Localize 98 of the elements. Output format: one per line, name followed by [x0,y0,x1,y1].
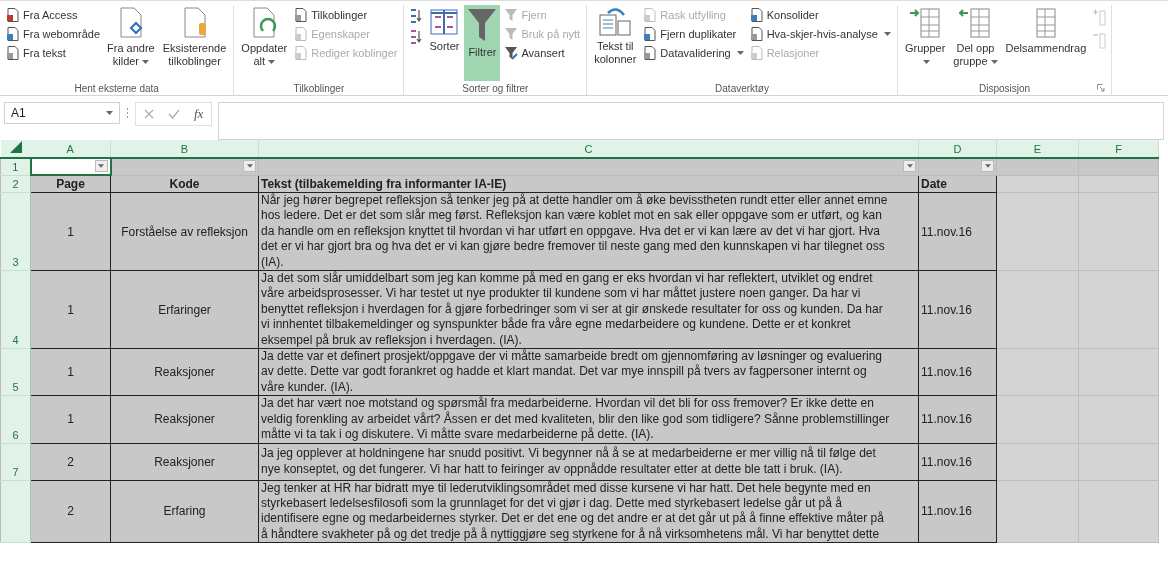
ribbon-button[interactable]: Datavalidering [641,45,746,61]
filter-button[interactable] [981,160,994,172]
sort-icon[interactable] [409,29,424,45]
ribbon-button[interactable]: Oppdater alt [238,5,291,81]
ribbon-button[interactable]: Fra tekst [4,45,103,61]
sort-icon[interactable] [409,8,424,24]
document-icon [294,8,309,22]
column-header[interactable]: B [110,140,259,158]
enter-icon[interactable] [168,109,180,119]
table-cell: Reaksjoner [110,443,259,480]
table-cell: 11.nov.16 [918,480,997,543]
table-cell: 1 [30,395,111,443]
funnel-icon [504,27,519,41]
sort-icon [429,7,460,37]
column-header[interactable]: E [996,140,1079,158]
document-icon [6,8,20,22]
filter-button[interactable] [94,160,108,172]
table-cell: Ja jeg opplever at holdningene har snudd positivt. Vi begynner nå å se at medarbeiderne er mer villig nå til følge det nye konseptet, og det fungerer. Vi har hatt to feiringer av oppnådde resultater etter at dette ble tatt i bruk. (IA). [258,443,919,480]
table-cell: Ja det har vært noe motstand og spørsmål fra medarbeiderne. Hvordan vil det bli for oss fremover? Er ikke dette en veldig forenkling av arbeidet vårt? Åssen er det med kvaliteten, blir den like god som tidligere? Sånne problemstillinger måtte vi ta tak i og diskutere. Vi måtte svare medarbeiderne på dette. (IA). [258,395,919,443]
table-cell: 2 [30,443,111,480]
group-label: Disposisjon [979,82,1031,94]
group-label: Dataverktøy [715,82,769,94]
document-icon [749,8,764,22]
document-icon [643,27,658,41]
table-cell: 11.nov.16 [918,443,997,480]
ribbon-button[interactable]: Eksisterende tilkoblinger [159,5,230,81]
column-header[interactable]: F [1078,140,1159,158]
funnel-icon [467,7,498,43]
table-cell: 11.nov.16 [918,270,997,349]
filter-button[interactable] [903,160,916,172]
ribbon-button[interactable]: Fra webområde [4,26,103,42]
document-icon [749,46,764,60]
insert-function-button[interactable]: fx [194,106,204,122]
table-cell: Reaksjoner [110,348,259,396]
ribbon-button[interactable]: Sorter [426,5,463,81]
caret-icon [106,111,113,115]
column-header[interactable]: A [30,140,111,158]
ribbon-button[interactable]: Grupper [901,5,949,81]
document-icon [294,46,309,60]
table-cell: 11.nov.16 [918,192,997,271]
ribbon-button[interactable]: Avansert [502,45,583,61]
filter-button[interactable] [243,160,256,172]
document-icon [6,46,20,60]
caret-icon [98,164,104,168]
funnel-icon [504,8,519,22]
table-cell: Når jeg hører begrepet refleksjon så tenker jeg på at dette handler om å øke bevisstheten rundt etter eller annet emne hos ledere. Det er det som slår meg først. Refleksjon kan være koblet mot en sak eller oppgave som er utført, og kan da handle om en refleksjon knyttet til hvordan vi har utført en oppgave. Hva det er vi kan lære av det vi har gjort. Hva det er vi har gjort bra og hva det er vi kan gjøre bedre fremover til neste gang med den kunnskapen vi har tilegnet oss (IA). [258,192,919,271]
group-label: Tilkoblinger [293,82,345,94]
dialog-launcher-icon[interactable] [1097,84,1106,92]
outline-icon [959,7,992,39]
document-icon [643,46,658,60]
ribbon-button[interactable]: Delsammendrag [1002,5,1090,81]
row-header[interactable]: 4 [0,270,31,349]
cancel-icon[interactable] [144,109,154,119]
table-cell: Erfaring [110,480,259,543]
column-header[interactable]: D [918,140,997,158]
outline-icon [909,7,942,39]
ribbon-button[interactable]: Tilkoblinger [292,7,400,23]
select-all-icon[interactable] [9,141,22,153]
ribbon-button[interactable]: Tekst til kolonner [591,5,640,81]
document-icon [6,27,20,41]
table-cell: 1 [30,348,111,396]
table-cell: Ja dette var et definert prosjekt/oppgave der vi måtte samarbeide bredt om gjennomføring av løsninger og evaluering av dette. Dette var godt forankret og hadde et klart mandat. Det var mye innspill på tvers av fagpersoner internt og våre kunder. (IA). [258,348,919,396]
row-header[interactable]: 3 [0,192,31,271]
row-header[interactable]: 6 [0,395,31,443]
ribbon-button[interactable]: Fra andre kilder [104,5,158,81]
caret-icon [984,164,991,168]
table-cell: Jeg tenker at HR har bidratt mye til lederutviklingsområdet med disse kursene vi har hatt. Det hele begynte med en styrkebasert ledelsesfilosofi som la grunnlaget for det vi gjør i dag. Dette med styrkebasert ledelse går ut på å identifisere egne og medarbeidernes styrker. Det er det ene og det andre er at det går ut på å finne effektive måter på å håndtere svakheter på og det tredje på å nyttiggjøre seg styrkene for å nå virksomhetens mål. Vi har benyttet dette [258,480,919,543]
outline-icon [1035,7,1056,39]
name-box[interactable]: A1 [4,102,120,124]
table-cell: 1 [30,270,111,349]
table-cell: Erfaringer [110,270,259,349]
table-cell: Forståelse av refleksjon [110,192,259,271]
formula-field[interactable] [218,102,1164,140]
row-header[interactable]: 5 [0,348,31,396]
document-icon [294,27,309,41]
more-icon [126,107,129,119]
table-cell: 11.nov.16 [918,395,997,443]
ribbon-button[interactable]: Hva-skjer-hvis-analyse [747,26,893,42]
table-cell: Reaksjoner [110,395,259,443]
ribbon-button[interactable]: Fjern duplikater [641,26,746,42]
ribbon-button[interactable]: Filtrer [464,5,501,81]
row-header[interactable]: 7 [0,443,31,480]
caret-icon [906,164,913,168]
ribbon-button[interactable]: Fra Access [4,7,103,23]
document-icon [643,8,658,22]
table-cell: Ja det som slår umiddelbart som jeg kan komme på med en gang er eks hvordan vi har reflektert, utviklet og endret våre arbeidsprosesser. Vi har testet ut nye produkter til kundene som vi har måttet justere noen ganger. Da har vi benyttet refleksjon i hverdagen for å gjøre forbedringer som vi ser at gir ønskede resultater for oss og kunden. Da har vi innhentet tilbakemeldinger og synspunkter både fra våre egne medarbeidere og kundene. Dette er et konkret eksempel på bruk av refleksjon i hverdagen. (IA). [258,270,919,349]
caret-icon [246,164,253,168]
ribbon-button[interactable]: Konsolider [747,7,893,23]
funnel-icon [504,46,519,60]
ribbon-button[interactable]: Del opp gruppe [950,5,1001,81]
table-cell: 2 [30,480,111,543]
table-cell: 11.nov.16 [918,348,997,396]
columns-icon [598,7,633,37]
column-header[interactable]: C [258,140,919,158]
document-icon [749,27,764,41]
group-label: Sorter og filtrer [462,82,529,94]
group-label: Hent eksterne data [74,82,159,94]
table-cell: 1 [30,192,111,271]
